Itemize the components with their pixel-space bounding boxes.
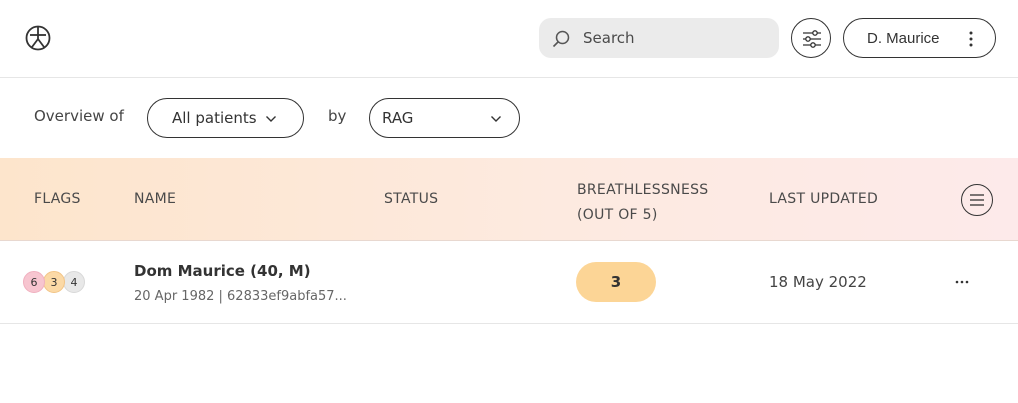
patients-select-value: All patients (172, 109, 257, 127)
user-menu-button[interactable]: D. Maurice (843, 18, 996, 58)
chevron-down-icon (491, 116, 501, 122)
filter-button[interactable] (791, 18, 831, 58)
column-header-last-updated[interactable]: LAST UPDATED (769, 191, 878, 207)
search-icon (552, 30, 570, 48)
user-name: D. Maurice (867, 30, 940, 47)
column-header-breathlessness-line2: (OUT OF 5) (577, 207, 658, 223)
column-header-flags[interactable]: FLAGS (34, 191, 81, 207)
kebab-vertical-icon (969, 31, 973, 47)
patient-name[interactable]: Dom Maurice (40, M) (134, 262, 311, 280)
column-header-name[interactable]: NAME (134, 191, 176, 207)
flag-badge-amber: 3 (43, 271, 65, 293)
group-by-select-value: RAG (382, 109, 414, 127)
sliders-icon (803, 30, 821, 48)
table-header: FLAGS NAME STATUS BREATHLESSNESS (OUT OF… (0, 158, 1018, 241)
breathlessness-score-badge: 3 (576, 262, 656, 302)
top-bar: D. Maurice (0, 0, 1018, 78)
hamburger-circle-icon (970, 194, 984, 206)
flag-badge-grey: 4 (63, 271, 85, 293)
column-header-breathlessness[interactable]: BREATHLESSNESS (OUT OF 5) (577, 178, 708, 228)
search-box[interactable] (539, 18, 779, 58)
by-label: by (328, 107, 347, 125)
last-updated-date: 18 May 2022 (769, 273, 867, 291)
flag-badge-red: 6 (23, 271, 45, 293)
column-header-status[interactable]: STATUS (384, 191, 438, 207)
overview-label: Overview of (34, 107, 124, 125)
patients-select[interactable]: All patients (147, 98, 304, 138)
patient-meta: 20 Apr 1982 | 62833ef9abfa57... (134, 289, 347, 304)
column-header-breathlessness-line1: BREATHLESSNESS (577, 182, 709, 198)
chevron-down-icon (266, 116, 276, 122)
table-row[interactable]: 6 3 4 Dom Maurice (40, M) 20 Apr 1982 | … (0, 241, 1018, 324)
figure-in-circle-icon[interactable] (25, 25, 51, 51)
group-by-select[interactable]: RAG (369, 98, 520, 138)
ellipsis-horizontal-icon[interactable] (952, 275, 972, 289)
column-menu-button[interactable] (961, 184, 993, 216)
search-input[interactable] (583, 18, 773, 58)
overview-controls: Overview of All patients by RAG (0, 78, 1018, 158)
